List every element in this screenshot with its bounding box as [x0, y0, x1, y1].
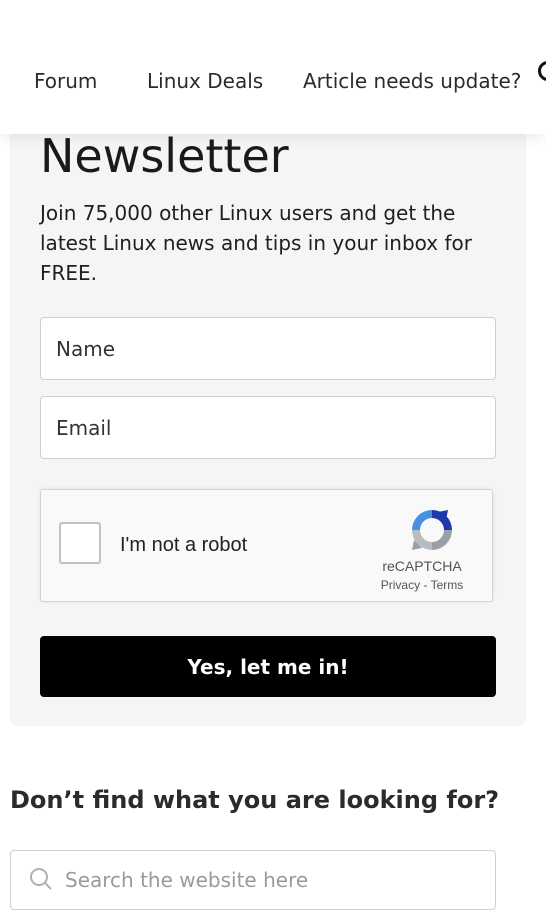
- search-heading: Don’t find what you are looking for?: [10, 786, 500, 814]
- recaptcha-checkbox[interactable]: [59, 522, 101, 564]
- recaptcha-privacy-link[interactable]: Privacy: [381, 578, 420, 592]
- recaptcha-links: Privacy - Terms: [361, 578, 483, 592]
- newsletter-title: Newsletter: [40, 129, 289, 183]
- nav-link-linux-deals[interactable]: Linux Deals: [147, 69, 263, 93]
- site-search-box: [10, 850, 496, 910]
- search-icon[interactable]: [538, 61, 546, 81]
- recaptcha-link-separator: -: [423, 578, 428, 592]
- subscribe-button[interactable]: Yes, let me in!: [40, 636, 496, 697]
- search-icon: [30, 868, 52, 890]
- top-navigation: Forum Linux Deals Article needs update?: [0, 0, 546, 134]
- recaptcha-terms-link[interactable]: Terms: [431, 578, 464, 592]
- recaptcha-logo-icon: [412, 510, 452, 550]
- nav-link-forum[interactable]: Forum: [34, 69, 97, 93]
- newsletter-description: Join 75,000 other Linux users and get th…: [40, 201, 472, 285]
- newsletter-card: Newsletter Join 75,000 other Linux users…: [10, 110, 526, 726]
- recaptcha-brand: reCAPTCHA: [382, 558, 462, 574]
- name-field[interactable]: [40, 317, 496, 380]
- email-field[interactable]: [40, 396, 496, 459]
- recaptcha-widget: I'm not a robot reCAPTCHA Privacy - Term…: [40, 489, 493, 602]
- nav-link-article-needs-update[interactable]: Article needs update?: [303, 69, 521, 93]
- recaptcha-label: I'm not a robot: [120, 534, 248, 556]
- search-input[interactable]: [63, 861, 487, 899]
